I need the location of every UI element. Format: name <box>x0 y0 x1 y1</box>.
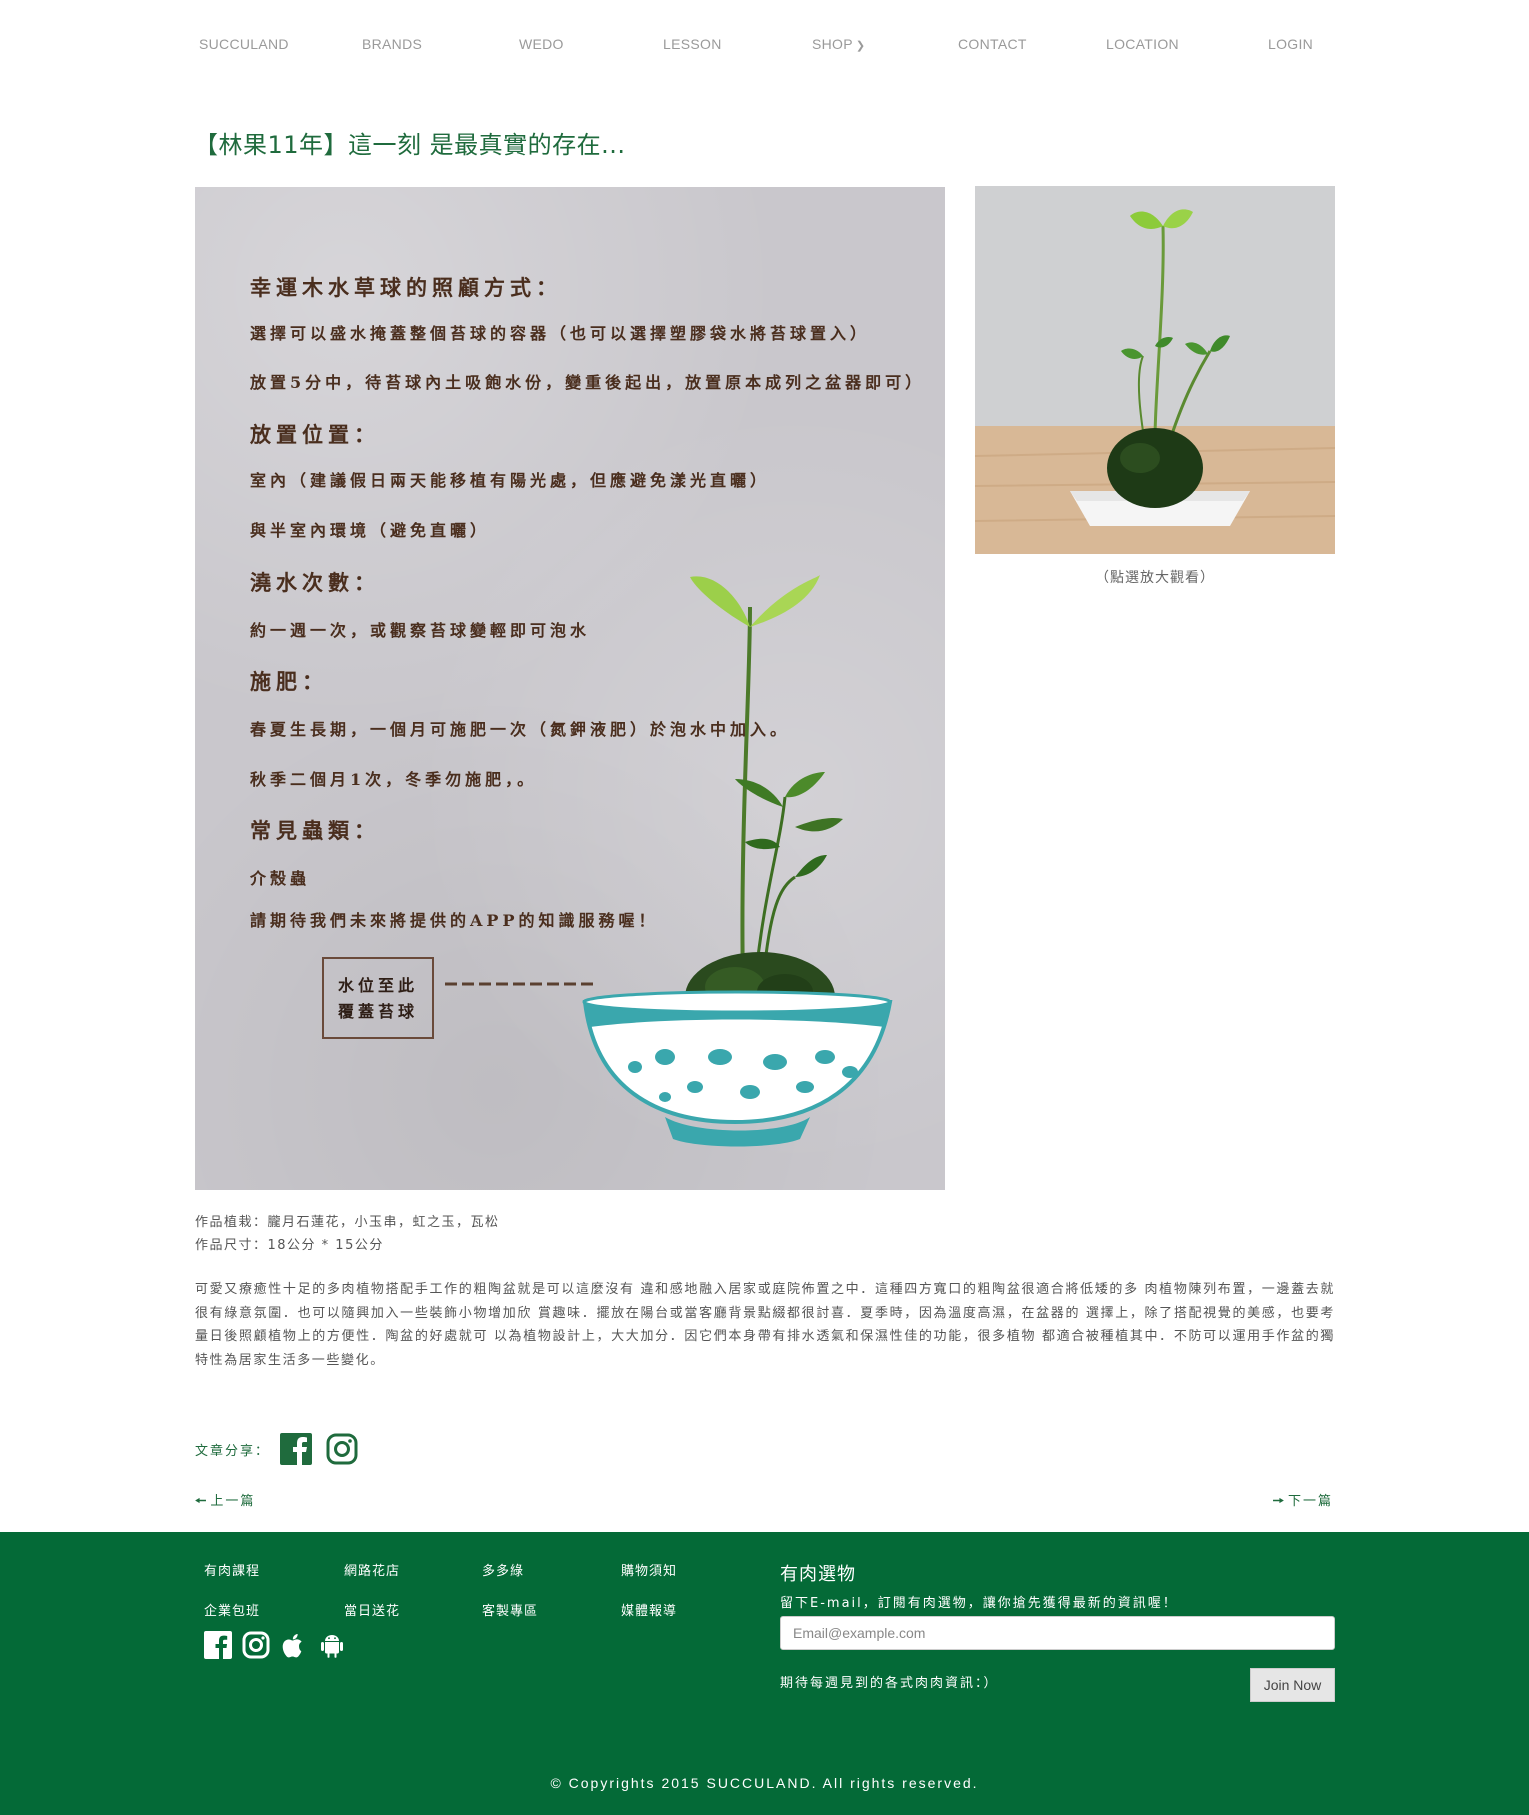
android-icon[interactable] <box>318 1631 346 1659</box>
product-meta: 作品植栽：朧月石蓮花，小玉串，虹之玉，瓦松 作品尺寸：18公分 * 15公分 <box>195 1211 500 1257</box>
tag-line: 覆蓋苔球 <box>338 1002 419 1021</box>
product-thumbnail[interactable] <box>975 186 1335 554</box>
nav-item-shop[interactable]: SHOP ❯ <box>812 36 865 52</box>
nav-item-location[interactable]: LOCATION <box>1106 36 1179 52</box>
copyright: © Copyrights 2015 SUCCULAND. All rights … <box>550 1775 979 1791</box>
nav-item-shop-label: SHOP <box>812 36 853 52</box>
poster-line: 與半室內環境（避免直曬） <box>250 521 491 540</box>
poster-line: 澆水次數： <box>250 570 380 595</box>
newsletter-email-input[interactable] <box>780 1616 1335 1650</box>
nav-item-contact[interactable]: CONTACT <box>958 36 1027 52</box>
facebook-icon[interactable] <box>280 1433 313 1465</box>
poster-line: 室內（建議假日兩天能移植有陽光處，但應避免漾光直曬） <box>250 471 771 490</box>
arrow-left-icon: 🠔 <box>195 1494 209 1509</box>
site-footer: 有肉課程 網路花店 多多綠 購物須知 企業包班 當日送花 客製專區 媒體報導 有… <box>0 1532 1529 1815</box>
poster-line: 放置位置： <box>250 422 380 447</box>
footer-link[interactable]: 多多綠 <box>482 1560 524 1579</box>
footer-link[interactable]: 媒體報導 <box>621 1600 677 1619</box>
apple-icon[interactable] <box>280 1631 308 1659</box>
footer-link[interactable]: 網路花店 <box>344 1560 400 1579</box>
poster-line: 常見蟲類： <box>250 818 380 843</box>
share-label: 文章分享： <box>195 1443 271 1459</box>
tag-line: 水位至此 <box>338 976 419 995</box>
footer-link[interactable]: 購物須知 <box>621 1560 677 1579</box>
poster-line: 放置5分中，待苔球內土吸飽水份，變重後起出，放置原本成列之盆器即可） <box>250 373 926 392</box>
article-description: 可愛又療癒性十足的多肉植物搭配手工作的粗陶盆就是可以這麼沒有 違和感地融入居家或… <box>195 1282 1335 1368</box>
water-level-tag: 水位至此 覆蓋苔球 <box>322 957 434 1039</box>
poster-line: 選擇可以盛水掩蓋整個苔球的容器（也可以選擇塑膠袋水將苔球置入） <box>250 324 871 343</box>
poster-line: 介殼蟲 <box>250 869 311 888</box>
nav-item-lesson[interactable]: LESSON <box>663 36 722 52</box>
thumbnail-caption: （點選放大觀看） <box>1095 570 1215 586</box>
poster-line: 施肥： <box>250 669 328 694</box>
newsletter-title: 有肉選物 <box>780 1564 856 1585</box>
poster-line: 請期待我們未來將提供的APP的知識服務喔！ <box>250 911 659 930</box>
footer-social-icons <box>204 1631 356 1659</box>
nav-item-login[interactable]: LOGIN <box>1268 36 1313 52</box>
instagram-icon[interactable] <box>242 1631 270 1659</box>
footer-link[interactable]: 企業包班 <box>204 1600 260 1619</box>
footer-link[interactable]: 有肉課程 <box>204 1560 260 1579</box>
nav-item-succuland[interactable]: SUCCULAND <box>199 36 289 52</box>
chevron-down-icon: ❯ <box>855 40 866 52</box>
prev-label: 上一篇 <box>210 1494 256 1509</box>
top-navigation: SUCCULAND BRANDS WEDO LESSON SHOP ❯ CONTA… <box>0 0 1529 90</box>
poster-line: 秋季二個月1次，冬季勿施肥，。 <box>250 770 538 789</box>
instagram-icon[interactable] <box>326 1433 358 1465</box>
footer-link[interactable]: 客製專區 <box>482 1600 538 1619</box>
meta-plants: 作品植栽：朧月石蓮花，小玉串，虹之玉，瓦松 <box>195 1215 500 1230</box>
nav-item-wedo[interactable]: WEDO <box>519 36 564 52</box>
next-article-link[interactable]: 🠖 下一篇 <box>1273 1490 1333 1514</box>
arrow-right-icon: 🠖 <box>1272 1494 1286 1509</box>
footer-link[interactable]: 當日送花 <box>344 1600 400 1619</box>
meta-size: 作品尺寸：18公分 * 15公分 <box>195 1238 384 1253</box>
article-title: 【林果11年】這一刻 是最真實的存在... <box>194 131 626 159</box>
nav-item-brands[interactable]: BRANDS <box>362 36 422 52</box>
join-now-button[interactable]: Join Now <box>1250 1668 1335 1702</box>
plant-photo <box>975 186 1335 554</box>
poster-line: 春夏生長期，一個月可施肥一次（氮鉀液肥）於泡水中加入。 <box>250 720 791 739</box>
share-bar: 文章分享： <box>195 1432 372 1466</box>
facebook-icon[interactable] <box>204 1631 232 1659</box>
care-guide-poster: 幸運木水草球的照顧方式： 選擇可以盛水掩蓋整個苔球的容器（也可以選擇塑膠袋水將苔… <box>195 187 945 1190</box>
next-label: 下一篇 <box>1287 1494 1333 1509</box>
prev-article-link[interactable]: 🠔 上一篇 <box>195 1490 255 1514</box>
newsletter-subtitle: 留下E-mail，訂閱有肉選物，讓你搶先獲得最新的資訊喔！ <box>780 1596 1178 1611</box>
newsletter-note: 期待每週見到的各式肉肉資訊：） <box>780 1676 999 1691</box>
poster-line: 約一週一次，或觀察苔球變輕即可泡水 <box>250 621 591 640</box>
poster-line: 幸運木水草球的照顧方式： <box>250 275 562 300</box>
